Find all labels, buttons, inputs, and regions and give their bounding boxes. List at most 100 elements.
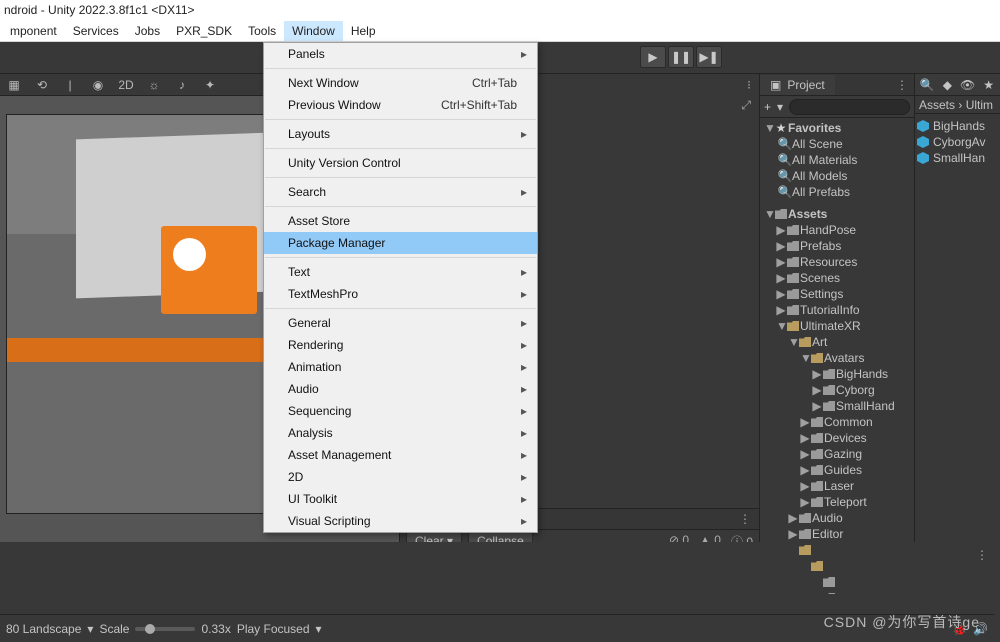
menu-jobs[interactable]: Jobs: [127, 21, 168, 41]
fx-icon[interactable]: ✦: [200, 76, 220, 94]
menu-item-text[interactable]: Text▸: [264, 261, 537, 283]
favorites-header[interactable]: ▼★ Favorites: [760, 120, 914, 136]
tag-icon[interactable]: ◆: [943, 78, 952, 92]
menu-item-audio[interactable]: Audio▸: [264, 378, 537, 400]
menu-item-textmeshpro[interactable]: TextMeshPro▸: [264, 283, 537, 305]
expand-icon[interactable]: ▶: [776, 303, 786, 317]
tree-item-tutorialinfo[interactable]: ▶TutorialInfo: [760, 302, 914, 318]
console-menu-icon[interactable]: ⋮: [739, 512, 759, 526]
menu-item-panels[interactable]: Panels▸: [264, 43, 537, 65]
tree-item-prefabs[interactable]: ▶Prefabs: [760, 238, 914, 254]
tree-item-devices[interactable]: ▶Devices: [760, 430, 914, 446]
favorite-item[interactable]: 🔍All Scene: [760, 136, 914, 152]
expand-icon[interactable]: ▶: [800, 415, 810, 429]
add-button[interactable]: +: [764, 100, 771, 114]
expand-icon[interactable]: ▶: [776, 223, 786, 237]
menu-item-previous-window[interactable]: Previous WindowCtrl+Shift+Tab: [264, 94, 537, 116]
expand-icon[interactable]: ▼: [800, 351, 810, 365]
audio-icon[interactable]: ♪: [172, 76, 192, 94]
asset-item[interactable]: CyborgAv: [917, 134, 998, 150]
menu-item-unity-version-control[interactable]: Unity Version Control: [264, 152, 537, 174]
project-tab[interactable]: ▣ Project: [760, 75, 835, 95]
menu-item-visual-scripting[interactable]: Visual Scripting▸: [264, 510, 537, 532]
project-menu-icon[interactable]: ⋮: [890, 78, 914, 92]
mode-2d[interactable]: 2D: [116, 76, 136, 94]
menu-item-animation[interactable]: Animation▸: [264, 356, 537, 378]
pivot-icon[interactable]: ◉: [88, 76, 108, 94]
menu-item-next-window[interactable]: Next WindowCtrl+Tab: [264, 72, 537, 94]
tree-item-bighands[interactable]: ▶BigHands: [760, 366, 914, 382]
favorite-item[interactable]: 🔍All Prefabs: [760, 184, 914, 200]
menu-help[interactable]: Help: [343, 21, 384, 41]
overlay-more-icon[interactable]: ⋮: [976, 548, 988, 562]
step-button[interactable]: ▶❚: [696, 46, 722, 68]
expand-icon[interactable]: ▶: [776, 287, 786, 301]
tree-item-audio[interactable]: ▶Audio: [760, 510, 914, 526]
expand-icon[interactable]: ▶: [812, 399, 822, 413]
tree-item-cyborg[interactable]: ▶Cyborg: [760, 382, 914, 398]
assets-breadcrumb[interactable]: Assets › Ultim: [915, 96, 1000, 114]
expand-icon[interactable]: ▶: [812, 367, 822, 381]
expand-icon[interactable]: ▶: [800, 431, 810, 445]
menu-item-sequencing[interactable]: Sequencing▸: [264, 400, 537, 422]
tree-item-common[interactable]: ▶Common: [760, 414, 914, 430]
orientation-icon[interactable]: ⟲: [32, 76, 52, 94]
expand-icon[interactable]: ▶: [776, 239, 786, 253]
tree-item-smallhand[interactable]: ▶SmallHand: [760, 398, 914, 414]
play-focused-dropdown[interactable]: Play Focused: [237, 622, 310, 636]
window-menu-dropdown[interactable]: Panels▸ Next WindowCtrl+TabPrevious Windo…: [263, 42, 538, 533]
project-tree[interactable]: ▼★ Favorites 🔍All Scene 🔍All Materials 🔍…: [760, 118, 914, 594]
menu-pxrsdk[interactable]: PXR_SDK: [168, 21, 240, 41]
menu-item-asset-store[interactable]: Asset Store: [264, 210, 537, 232]
expand-icon[interactable]: ▶: [788, 527, 798, 541]
expand-icon[interactable]: ▼: [776, 319, 786, 333]
aspect-dropdown[interactable]: 80 Landscape: [6, 622, 81, 636]
star-icon[interactable]: ★: [983, 78, 994, 92]
menu-component[interactable]: mponent: [2, 21, 65, 41]
favorite-item[interactable]: 🔍All Models: [760, 168, 914, 184]
expand-icon[interactable]: ▶: [776, 255, 786, 269]
expand-icon[interactable]: ▶: [800, 479, 810, 493]
expand-icon[interactable]: ▶: [812, 383, 822, 397]
menu-item-search[interactable]: Search▸: [264, 181, 537, 203]
expand-icon[interactable]: ▼: [788, 335, 798, 349]
menu-services[interactable]: Services: [65, 21, 127, 41]
light-icon[interactable]: ☼: [144, 76, 164, 94]
asset-item[interactable]: SmallHan: [917, 150, 998, 166]
scale-slider[interactable]: [135, 627, 195, 631]
menu-item-ui-toolkit[interactable]: UI Toolkit▸: [264, 488, 537, 510]
tree-item-settings[interactable]: ▶Settings: [760, 286, 914, 302]
expand-icon[interactable]: ▶: [800, 463, 810, 477]
assets-list[interactable]: BigHands CyborgAv SmallHan: [915, 114, 1000, 170]
tree-item-teleport[interactable]: ▶Teleport: [760, 494, 914, 510]
menu-item-rendering[interactable]: Rendering▸: [264, 334, 537, 356]
expand-icon[interactable]: ▶: [776, 271, 786, 285]
expand-icon[interactable]: ▶: [800, 495, 810, 509]
pause-button[interactable]: ❚❚: [668, 46, 694, 68]
tree-item-resources[interactable]: ▶Resources: [760, 254, 914, 270]
expand-icon[interactable]: ▶: [800, 447, 810, 461]
tree-item-laser[interactable]: ▶Laser: [760, 478, 914, 494]
project-search-input[interactable]: [789, 99, 910, 115]
tree-item-art[interactable]: ▼Art: [760, 334, 914, 350]
tree-item-editor[interactable]: ▶Editor: [760, 526, 914, 542]
play-button[interactable]: ▶: [640, 46, 666, 68]
menu-bar[interactable]: mponent Services Jobs PXR_SDK Tools Wind…: [0, 20, 1000, 42]
asset-item[interactable]: BigHands: [917, 118, 998, 134]
menu-item-2d[interactable]: 2D▸: [264, 466, 537, 488]
tree-item-scenes[interactable]: ▶Scenes: [760, 270, 914, 286]
search-icon[interactable]: 🔍: [920, 78, 935, 92]
tree-item-avatars[interactable]: ▼Avatars: [760, 350, 914, 366]
assets-root[interactable]: ▼ Assets: [760, 206, 914, 222]
tree-item-ultimatexr[interactable]: ▼UltimateXR: [760, 318, 914, 334]
menu-item-asset-management[interactable]: Asset Management▸: [264, 444, 537, 466]
menu-item-general[interactable]: General▸: [264, 312, 537, 334]
menu-item-package-manager[interactable]: Package Manager: [264, 232, 537, 254]
tree-item-gazing[interactable]: ▶Gazing: [760, 446, 914, 462]
menu-item-analysis[interactable]: Analysis▸: [264, 422, 537, 444]
favorite-item[interactable]: 🔍All Materials: [760, 152, 914, 168]
grid-icon[interactable]: ▦: [4, 76, 24, 94]
tree-item-guides[interactable]: ▶Guides: [760, 462, 914, 478]
menu-tools[interactable]: Tools: [240, 21, 284, 41]
menu-window[interactable]: Window: [284, 21, 343, 41]
